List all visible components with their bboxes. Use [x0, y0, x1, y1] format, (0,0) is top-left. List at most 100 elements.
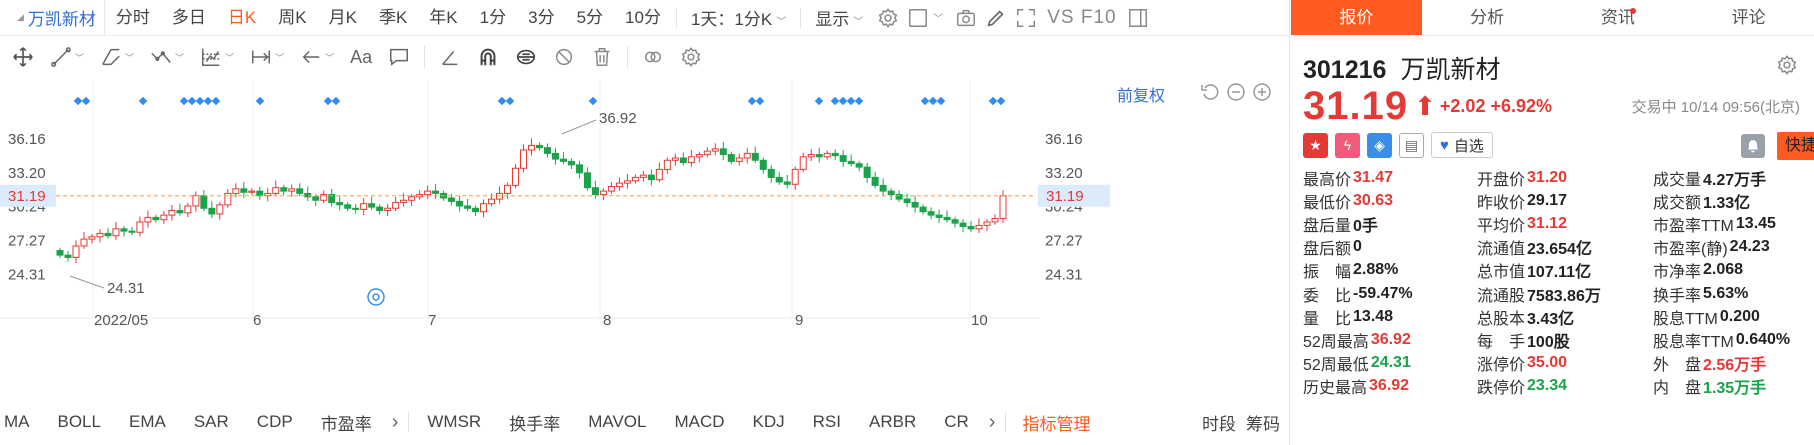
chip-distribution-button[interactable]: 筹码: [1246, 410, 1280, 435]
fullscreen-icon[interactable]: [1011, 0, 1041, 36]
quote-stat-value: 13.48: [1353, 307, 1394, 325]
price-axis-label-right: 24.31: [1045, 266, 1083, 283]
quote-stat-label: 量 比: [1303, 310, 1352, 328]
candle-body: [480, 203, 488, 213]
indicator-ema[interactable]: EMA: [115, 412, 180, 432]
signal-marker: [920, 96, 930, 106]
chevron-down-icon: ﹀: [776, 17, 787, 28]
indicator-cdp[interactable]: CDP: [243, 412, 307, 432]
text-tool-icon[interactable]: Aa: [342, 37, 380, 77]
period-10min[interactable]: 10分: [614, 0, 672, 36]
alert-bell-icon[interactable]: [1741, 134, 1765, 158]
indicator-sar[interactable]: SAR: [180, 412, 243, 432]
indicator-ma[interactable]: MA: [0, 412, 44, 432]
measure-tool-icon[interactable]: ﹀: [242, 37, 292, 77]
camera-icon[interactable]: [951, 0, 981, 36]
period-3min[interactable]: 3分: [517, 0, 565, 36]
indicator-pe[interactable]: 市盈率: [307, 410, 386, 435]
interval-select[interactable]: 1天：1分K ﹀: [681, 5, 796, 30]
notes-icon[interactable]: ▤: [1399, 132, 1424, 158]
tab-news[interactable]: 资讯: [1553, 0, 1684, 35]
vs-f10-button[interactable]: VS F10: [1041, 7, 1122, 29]
indicator-manage-button[interactable]: 指标管理: [1010, 410, 1102, 435]
period-quarterly-k[interactable]: 季K: [368, 0, 418, 36]
arrow-tool-icon[interactable]: ﹀: [292, 37, 342, 77]
tab-analysis[interactable]: 分析: [1422, 0, 1553, 35]
quote-stat-row: 最低价 30.63 昨收价 29.17 成交额 1.33亿: [1303, 189, 1803, 212]
comment-tool-icon[interactable]: [380, 37, 418, 77]
settings-icon[interactable]: [873, 0, 903, 36]
chevron-right-icon[interactable]: ›: [983, 411, 1002, 434]
low-marker-line: [69, 275, 105, 289]
quote-settings-icon[interactable]: [1776, 54, 1798, 76]
quick-trade-button[interactable]: 快捷交易: [1777, 132, 1814, 160]
indicator-kdj[interactable]: KDJ: [739, 412, 799, 432]
stock-selector[interactable]: ◢ 万凯新材: [0, 0, 105, 36]
candle-body: [535, 144, 543, 149]
quote-stat-label: 市净率: [1653, 264, 1702, 282]
period-daily-k[interactable]: 日K: [217, 0, 267, 36]
indicator-macd[interactable]: MACD: [660, 412, 738, 432]
checkbox-icon[interactable]: [903, 0, 933, 36]
period-yearly-k[interactable]: 年K: [418, 0, 468, 36]
date-axis-label: 6: [253, 312, 261, 329]
quote-stat-label: 盘后额: [1303, 241, 1352, 259]
indicator-cr[interactable]: CR: [930, 412, 983, 432]
indicator-turnover[interactable]: 换手率: [495, 410, 574, 435]
quote-stat: 市盈率TTM 13.45: [1653, 212, 1803, 236]
display-menu[interactable]: 显示 ﹀: [805, 5, 873, 30]
candle-body: [136, 221, 144, 233]
trash-icon[interactable]: [583, 37, 621, 77]
add-watchlist-button[interactable]: ♥ 自选: [1431, 132, 1493, 158]
indicator-mavol[interactable]: MAVOL: [574, 412, 660, 432]
tab-comments[interactable]: 评论: [1683, 0, 1814, 35]
lock-drawing-icon[interactable]: [507, 37, 545, 77]
move-icon[interactable]: [4, 37, 42, 77]
sidebar-toggle-icon[interactable]: [1123, 0, 1153, 36]
quote-stat-value: 3.43亿: [1527, 310, 1575, 328]
magnet-icon[interactable]: [469, 37, 507, 77]
pen-icon[interactable]: [981, 0, 1011, 36]
kline-chart[interactable]: 36.16 36.1633.20 33.2030.24 30.2427.27 27.27…: [0, 80, 1290, 400]
hide-drawing-icon[interactable]: [545, 37, 583, 77]
drawing-settings-icon[interactable]: [672, 37, 710, 77]
toolbar-divider: [627, 46, 629, 68]
candle-body: [336, 202, 344, 206]
period-multiday[interactable]: 多日: [161, 0, 217, 36]
channel-tool-icon[interactable]: ﹀: [92, 37, 142, 77]
up-arrow-icon: ⬆: [1414, 91, 1436, 121]
quote-stat-label: 总市值: [1477, 264, 1526, 282]
candle-body: [703, 150, 711, 156]
indicator-wmsr[interactable]: WMSR: [413, 412, 495, 432]
period-5min[interactable]: 5分: [566, 0, 614, 36]
signal-marker: [838, 96, 848, 106]
price-change: +2.02 +6.92%: [1439, 96, 1553, 116]
candle-body: [392, 202, 400, 209]
kline-chart-area[interactable]: 36.16 36.16 33.20 33.20 30.24 30.24 27.27 27.27…: [0, 80, 1290, 400]
session-button[interactable]: 时段: [1202, 410, 1236, 435]
indicator-arbr[interactable]: ARBR: [855, 412, 930, 432]
line-tool-icon[interactable]: ﹀: [42, 37, 92, 77]
angle-tool-icon[interactable]: [431, 37, 469, 77]
wave-tool-icon[interactable]: ﹀: [142, 37, 192, 77]
chevron-right-icon[interactable]: ›: [386, 411, 405, 434]
indicator-rsi[interactable]: RSI: [799, 412, 855, 432]
stock-code: 301216: [1303, 56, 1387, 84]
period-1min[interactable]: 1分: [469, 0, 517, 36]
connect-icon[interactable]: ϟ: [1335, 132, 1360, 158]
candle-body: [528, 144, 535, 151]
period-weekly-k[interactable]: 周K: [267, 0, 317, 36]
tab-quote[interactable]: 报价: [1291, 0, 1422, 35]
period-monthly-k[interactable]: 月K: [318, 0, 368, 36]
candle-body: [248, 190, 256, 193]
quote-stat-label: 股息率TTM: [1653, 333, 1734, 351]
quote-stats: 最高价 31.47 开盘价 31.20 成交量 4.27万手 最低价 30.63 昨收价 29.1…: [1303, 166, 1803, 398]
fibonacci-tool-icon[interactable]: ﹀: [192, 37, 242, 77]
period-intraday[interactable]: 分时: [105, 0, 161, 36]
candle-body: [559, 158, 567, 162]
compare-icon[interactable]: [634, 37, 672, 77]
indicator-boll[interactable]: BOLL: [44, 412, 115, 432]
candle-body: [735, 157, 743, 162]
tag-icon[interactable]: ◈: [1367, 132, 1392, 158]
quote-stat-label: 成交额: [1653, 194, 1702, 212]
